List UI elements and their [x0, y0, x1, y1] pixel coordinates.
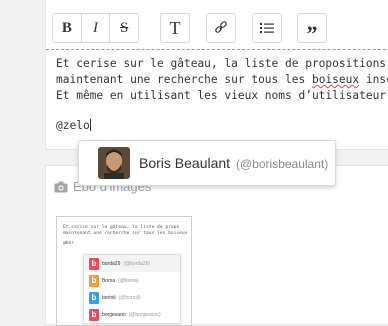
strikethrough-button[interactable]: S — [109, 14, 138, 42]
thumb-item-name: borda29 — [102, 260, 121, 267]
thumb-line-2: maintenant une recherche sur tous les bo… — [63, 231, 188, 236]
list-group — [252, 13, 282, 43]
heading-group: T — [160, 13, 190, 43]
text-editor[interactable]: Et cerise sur le gâteau, la liste de pro… — [46, 49, 388, 150]
misspelled-word: boiseux — [311, 73, 360, 86]
mention-query: @zelo — [56, 119, 90, 132]
thumb-list-item: b Borsa (@borsa) — [84, 272, 180, 289]
bold-button[interactable]: B — [53, 14, 81, 42]
editor-line-3: Et même en utilisant les vieux noms d’ut… — [56, 89, 387, 102]
mention-name: Boris Beaulant — [139, 155, 231, 171]
mention-autocomplete: Boris Beaulant (@borisbeaulant) — [78, 140, 336, 186]
mention-option[interactable]: Boris Beaulant (@borisbeaulant) — [79, 141, 335, 185]
editor-line-2-tail: insc — [365, 73, 388, 86]
link-icon — [215, 21, 227, 33]
camera-icon — [54, 181, 68, 192]
link-button[interactable] — [207, 14, 235, 42]
thumb-line-1: Et cerise sur le gâteau, la liste de pro… — [63, 225, 180, 230]
thumb-item-name: borgesano — [102, 311, 126, 318]
editor-line-1: Et cerise sur le gâteau, la liste de pro… — [56, 57, 387, 70]
editor-line-2: maintenant une recherche sur tous les bo… — [56, 73, 388, 86]
bullet-list-button[interactable] — [253, 14, 281, 42]
image-thumbnail[interactable]: Et cerise sur le gâteau, la liste de pro… — [56, 216, 192, 326]
avatar — [98, 147, 130, 179]
thumb-avatar: b — [89, 257, 99, 270]
thumb-item-name: Borsa — [102, 277, 116, 284]
thumb-avatar: b — [89, 291, 99, 304]
list-icon — [260, 23, 274, 33]
thumb-list-item: b borda29 (@borda29) — [84, 255, 180, 272]
thumb-item-handle: (@bortoli) — [118, 294, 141, 301]
images-panel: Ebo d'images Et cerise sur le gâteau, la… — [45, 165, 388, 326]
thumb-item-handle: (@borsa) — [118, 277, 139, 284]
italic-button[interactable]: I — [80, 14, 110, 42]
thumb-avatar: b — [89, 274, 99, 287]
thumb-item-handle: (@borda29) — [123, 260, 151, 267]
mention-handle: (@borisbeaulant) — [236, 157, 329, 171]
quote-group: ” — [297, 13, 327, 46]
thumb-avatar: b — [89, 308, 99, 321]
link-group — [206, 13, 236, 43]
thumb-list-item: b bortoli (@bortoli) — [84, 289, 180, 306]
editor-panel: B I S T ” Et cerise sur le gâteau, la li… — [45, 0, 388, 150]
editor-line-4: @zelo — [56, 119, 91, 132]
quote-button[interactable]: ” — [298, 14, 326, 48]
text-style-group: B I S — [52, 13, 139, 43]
user-photo-icon — [98, 147, 130, 179]
thumb-item-name: bortoli — [102, 294, 116, 301]
editor-line-2-text: maintenant une recherche sur tous les — [56, 73, 312, 86]
thumb-item-handle: (@borgesano) — [128, 311, 161, 318]
thumb-line-3: @bor — [63, 241, 75, 246]
thumb-list-item: b borgesano (@borgesano) — [84, 306, 180, 323]
text-caret — [89, 119, 91, 131]
heading-button[interactable]: T — [161, 14, 189, 42]
